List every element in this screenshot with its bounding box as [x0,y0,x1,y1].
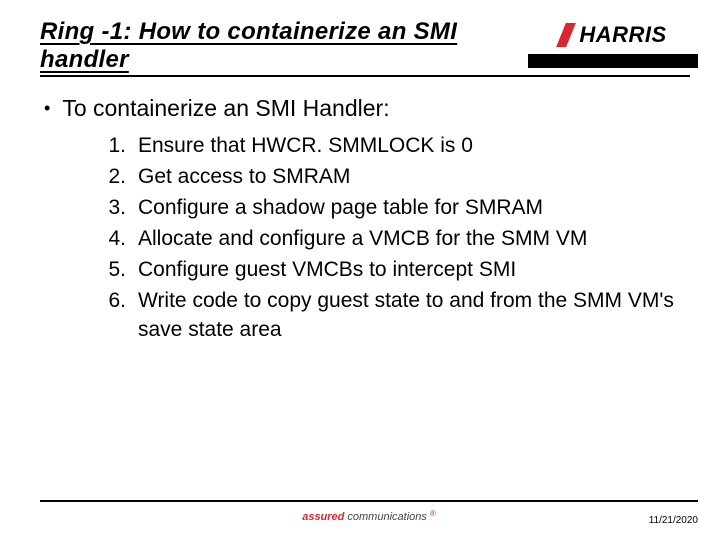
list-text: Configure a shadow page table for SMRAM [138,194,543,223]
footer: assuredcommunications ® 11/21/2020 [40,500,698,526]
list-number: 1. [96,132,126,161]
list-item: 4. Allocate and configure a VMCB for the… [96,225,690,254]
slide: Ring -1: How to containerize an SMI hand… [0,0,720,540]
list-text: Allocate and configure a VMCB for the SM… [138,225,587,254]
footer-row: assuredcommunications ® 11/21/2020 [40,508,698,526]
slide-title: Ring -1: How to containerize an SMI hand… [40,18,470,73]
list-item: 1. Ensure that HWCR. SMMLOCK is 0 [96,132,690,161]
intro-bullet: • To containerize an SMI Handler: [44,95,690,122]
list-item: 2. Get access to SMRAM [96,163,690,192]
logo-block: HARRIS [528,22,698,68]
footer-divider [40,500,698,502]
list-item: 5. Configure guest VMCBs to intercept SM… [96,256,690,285]
logo-bar [528,54,698,68]
list-number: 4. [96,225,126,254]
list-text: Ensure that HWCR. SMMLOCK is 0 [138,132,473,161]
registered-icon: ® [430,509,436,518]
footer-date: 11/21/2020 [649,515,698,526]
logo-slash-icon [559,23,577,47]
list-item: 3. Configure a shadow page table for SMR… [96,194,690,223]
intro-text: To containerize an SMI Handler: [62,95,389,122]
footer-brand: assuredcommunications ® [302,511,436,523]
list-number: 2. [96,163,126,192]
footer-brand-assured: assured [302,511,344,523]
footer-brand-communications: communications [347,511,426,523]
steps-list: 1. Ensure that HWCR. SMMLOCK is 0 2. Get… [96,132,690,345]
header-divider [40,75,690,77]
list-number: 5. [96,256,126,285]
list-text: Write code to copy guest state to and fr… [138,287,678,345]
list-text: Get access to SMRAM [138,163,350,192]
list-number: 3. [96,194,126,223]
header: Ring -1: How to containerize an SMI hand… [40,18,690,73]
list-item: 6. Write code to copy guest state to and… [96,287,690,345]
harris-logo: HARRIS [528,22,698,48]
list-text: Configure guest VMCBs to intercept SMI [138,256,516,285]
list-number: 6. [96,287,126,316]
bullet-icon: • [44,99,50,117]
logo-text: HARRIS [579,22,666,48]
content: • To containerize an SMI Handler: 1. Ens… [40,95,690,520]
